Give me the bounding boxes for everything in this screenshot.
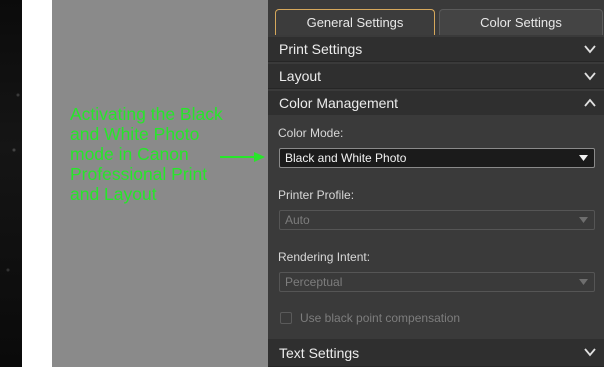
black-point-label: Use black point compensation [300, 311, 461, 325]
section-text-settings[interactable]: Text Settings [268, 339, 604, 367]
section-print-settings[interactable]: Print Settings [268, 37, 604, 62]
black-point-checkbox[interactable] [280, 312, 292, 324]
color-mode-value: Black and White Photo [285, 151, 407, 165]
photo-white-border [22, 0, 52, 367]
caret-down-icon [579, 279, 588, 285]
caret-down-icon [579, 217, 588, 223]
section-layout[interactable]: Layout [268, 64, 604, 89]
color-mode-select[interactable]: Black and White Photo [279, 148, 595, 168]
annotation-arrow-icon [220, 152, 265, 162]
annotation-line: and Layout [70, 184, 157, 204]
section-label: Layout [279, 68, 322, 84]
chevron-down-icon [584, 348, 596, 357]
rendering-intent-select[interactable]: Perceptual [279, 272, 595, 292]
rendering-intent-label: Rendering Intent: [278, 250, 371, 264]
black-point-row: Use black point compensation [280, 311, 460, 325]
annotation-line: Professional Print [70, 164, 208, 184]
tab-bar: General Settings Color Settings [268, 0, 604, 36]
annotation-line: Activating the Black [70, 104, 223, 124]
chevron-up-icon [584, 98, 596, 107]
annotation-line: and White Photo [70, 124, 200, 144]
tab-color-settings[interactable]: Color Settings [439, 9, 603, 35]
chevron-down-icon [584, 45, 596, 54]
printer-profile-value: Auto [285, 213, 310, 227]
printer-profile-label: Printer Profile: [278, 188, 355, 202]
section-color-management[interactable]: Color Management [268, 91, 604, 116]
section-label: Color Management [279, 95, 399, 111]
caret-down-icon [579, 155, 588, 161]
rendering-intent-value: Perceptual [285, 275, 343, 289]
color-mode-label: Color Mode: [278, 126, 344, 140]
tab-general-settings[interactable]: General Settings [275, 9, 435, 35]
section-label: Print Settings [279, 41, 363, 57]
chevron-down-icon [584, 72, 596, 81]
section-label: Text Settings [279, 344, 360, 361]
printer-profile-select[interactable]: Auto [279, 210, 595, 230]
settings-panel: General Settings Color Settings Print Se… [268, 0, 604, 367]
